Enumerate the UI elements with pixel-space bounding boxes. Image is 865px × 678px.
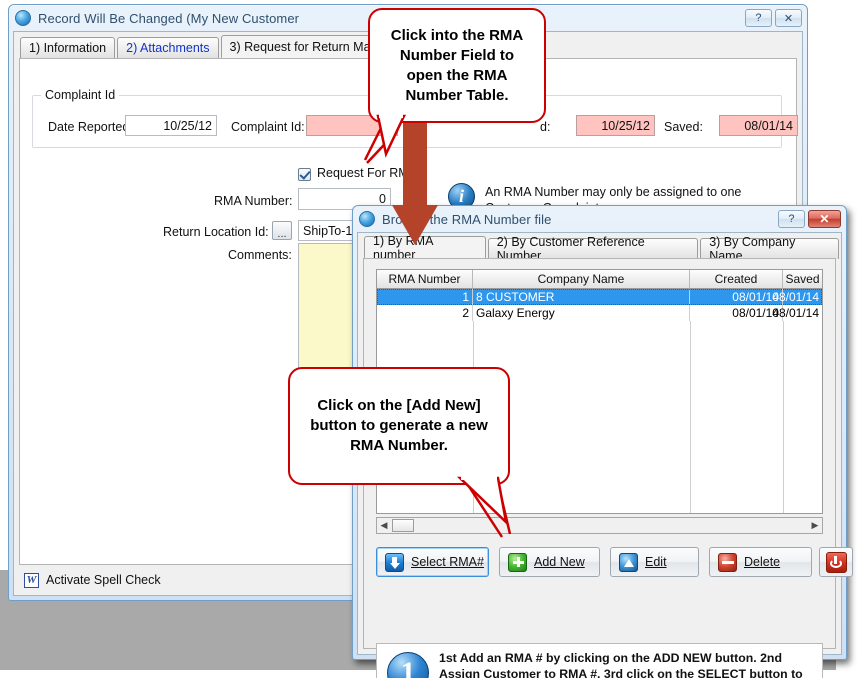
callout-add-new-tail <box>440 470 530 530</box>
screenshot-root: Record Will Be Changed (My New Customer … <box>0 0 865 678</box>
callout-add-new: Click on the [Add New] button to generat… <box>288 367 510 485</box>
callout-rma-field-tail <box>360 110 430 160</box>
callout-add-new-text: Click on the [Add New] button to generat… <box>300 396 498 456</box>
callout-rma-field-text: Click into the RMA Number Field to open … <box>380 26 534 106</box>
callout-rma-field: Click into the RMA Number Field to open … <box>368 8 546 123</box>
